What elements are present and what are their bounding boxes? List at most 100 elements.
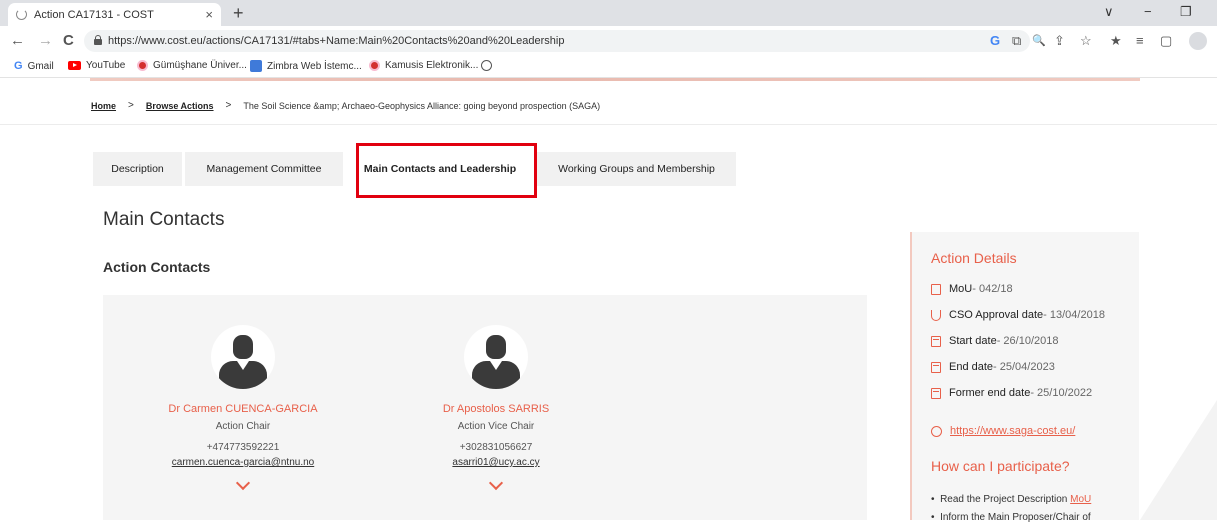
tab-working-groups-and-membership[interactable]: Working Groups and Membership [537,152,736,186]
decorative-shape [1140,400,1217,520]
person-icon [464,325,528,389]
breadcrumb-separator: > [128,100,134,111]
bookmark-star-icon[interactable]: ☆ [1080,33,1092,49]
website-link[interactable]: https://www.saga-cost.eu/ [931,425,1075,437]
minimize-button[interactable]: − [1144,2,1152,22]
reading-list-icon[interactable]: ≡ [1136,33,1144,49]
chevron-down-icon[interactable] [235,475,251,491]
bullet-text: Inform the Main Proposer/Chair of [940,512,1091,523]
action-details-title: Action Details [931,250,1017,266]
detail-key: Start date [949,335,997,347]
lock-icon[interactable] [94,35,102,45]
zoom-icon[interactable]: 🔍 [1032,33,1046,49]
browser-tab-title: Action CA17131 - COST [34,8,154,21]
bookmark-globe[interactable] [481,60,497,71]
close-tab-icon[interactable]: × [205,7,213,22]
document-icon [931,283,941,295]
breadcrumb: Home > Browse Actions > The Soil Science… [91,100,600,111]
tab-search-icon[interactable]: ∨ [1104,2,1114,22]
person-icon [211,325,275,389]
forward-button[interactable]: → [38,31,53,51]
contact-card: Dr Carmen CUENCA-GARCIA Action Chair +47… [143,295,343,491]
url-text[interactable]: https://www.cost.eu/actions/CA17131/#tab… [108,35,564,47]
bookmark-gmail[interactable]: G Gmail [14,60,54,72]
detail-former-end-date: Former end date - 25/10/2022 [931,387,1092,399]
google-icon: G [14,60,23,72]
youtube-icon [68,61,81,70]
contact-card: Dr Apostolos SARRIS Action Vice Chair +3… [396,295,596,491]
contact-phone: +302831056627 [459,442,533,453]
detail-value: - 26/10/2018 [996,335,1059,347]
browser-tab[interactable]: Action CA17131 - COST × [8,3,221,26]
globe-icon [481,60,492,71]
tab-description[interactable]: Description [93,152,182,186]
profile-avatar[interactable] [1189,32,1207,50]
reload-button[interactable]: C [63,31,74,51]
chevron-down-icon[interactable] [488,475,504,491]
bookmark-youtube[interactable]: YouTube [68,60,125,71]
detail-key: Former end date [949,387,1031,399]
bullet-text: Read the Project Description [940,494,1071,505]
divider [0,124,1217,125]
header-decoration [90,78,1140,81]
share-icon[interactable]: ⇪ [1054,33,1065,49]
detail-start-date: Start date - 26/10/2018 [931,335,1058,347]
action-details-panel: Action Details MoU - 042/18 CSO Approval… [910,232,1139,523]
contact-role: Action Chair [215,421,271,432]
kamusis-icon [369,60,380,71]
bookmark-kamusis[interactable]: Kamusis Elektronik... [369,60,478,71]
detail-value: - 25/04/2023 [993,361,1055,373]
calendar-icon [931,387,941,399]
detail-end-date: End date - 25/04/2023 [931,361,1055,373]
new-tab-button[interactable]: + [233,3,244,23]
zimbra-icon [250,60,262,72]
bookmark-label: Zimbra Web İstemc... [267,60,362,72]
detail-mou: MoU - 042/18 [931,283,1013,295]
website-url[interactable]: https://www.saga-cost.eu/ [950,425,1075,437]
flask-icon [931,309,941,321]
translate-icon[interactable]: ⧉ [1012,33,1021,49]
contact-name[interactable]: Dr Carmen CUENCA-GARCIA [143,403,343,415]
participate-title: How can I participate? [931,458,1070,474]
bookmark-label: YouTube [86,60,126,71]
page-title: Main Contacts [103,209,225,230]
breadcrumb-home-link[interactable]: Home [91,101,116,111]
breadcrumb-browse-actions-link[interactable]: Browse Actions [146,101,214,111]
loading-icon [16,9,27,20]
detail-value: - 13/04/2018 [1043,309,1105,321]
detail-key: End date [949,361,994,373]
extensions-icon[interactable]: ★ [1110,33,1122,49]
participate-bullet: • Inform the Main Proposer/Chair of [931,512,1091,523]
detail-key: MoU [949,283,973,295]
bookmark-label: Kamusis Elektronik... [385,60,479,71]
contacts-panel: Dr Carmen CUENCA-GARCIA Action Chair +47… [103,295,867,520]
side-panel-icon[interactable]: ▢ [1160,33,1172,49]
section-title: Action Contacts [103,259,211,275]
bookmark-label: Gmail [27,60,54,72]
highlight-box [356,143,537,198]
calendar-icon [931,335,941,347]
breadcrumb-separator: > [225,100,232,111]
detail-value: - 25/10/2022 [1030,387,1093,399]
globe-icon [931,425,942,437]
contact-email[interactable]: asarri01@ucy.ac.cy [396,457,596,468]
calendar-icon [931,361,941,373]
detail-cso-approval: CSO Approval date - 13/04/2018 [931,309,1105,321]
mou-link[interactable]: MoU [1070,494,1091,505]
tab-management-committee[interactable]: Management Committee [185,152,343,186]
contact-phone: +474773592221 [206,442,280,453]
bookmark-gumushane[interactable]: Gümüşhane Üniver... [137,60,247,71]
bookmark-label: Gümüşhane Üniver... [153,60,247,71]
contact-name[interactable]: Dr Apostolos SARRIS [396,403,596,415]
participate-bullet: • Read the Project Description MoU [931,494,1092,505]
contact-email[interactable]: carmen.cuenca-garcia@ntnu.no [143,457,343,468]
contact-role: Action Vice Chair [457,421,535,432]
university-icon [137,60,148,71]
back-button[interactable]: ← [10,31,25,51]
restore-button[interactable]: ❐ [1180,2,1192,22]
detail-key: CSO Approval date [949,309,1044,321]
detail-value: - 042/18 [972,283,1013,295]
google-translate-icon[interactable]: G [990,33,1000,49]
breadcrumb-current: The Soil Science &amp; Archaeo-Geophysic… [243,100,601,111]
bookmark-zimbra[interactable]: Zimbra Web İstemc... [250,60,362,72]
